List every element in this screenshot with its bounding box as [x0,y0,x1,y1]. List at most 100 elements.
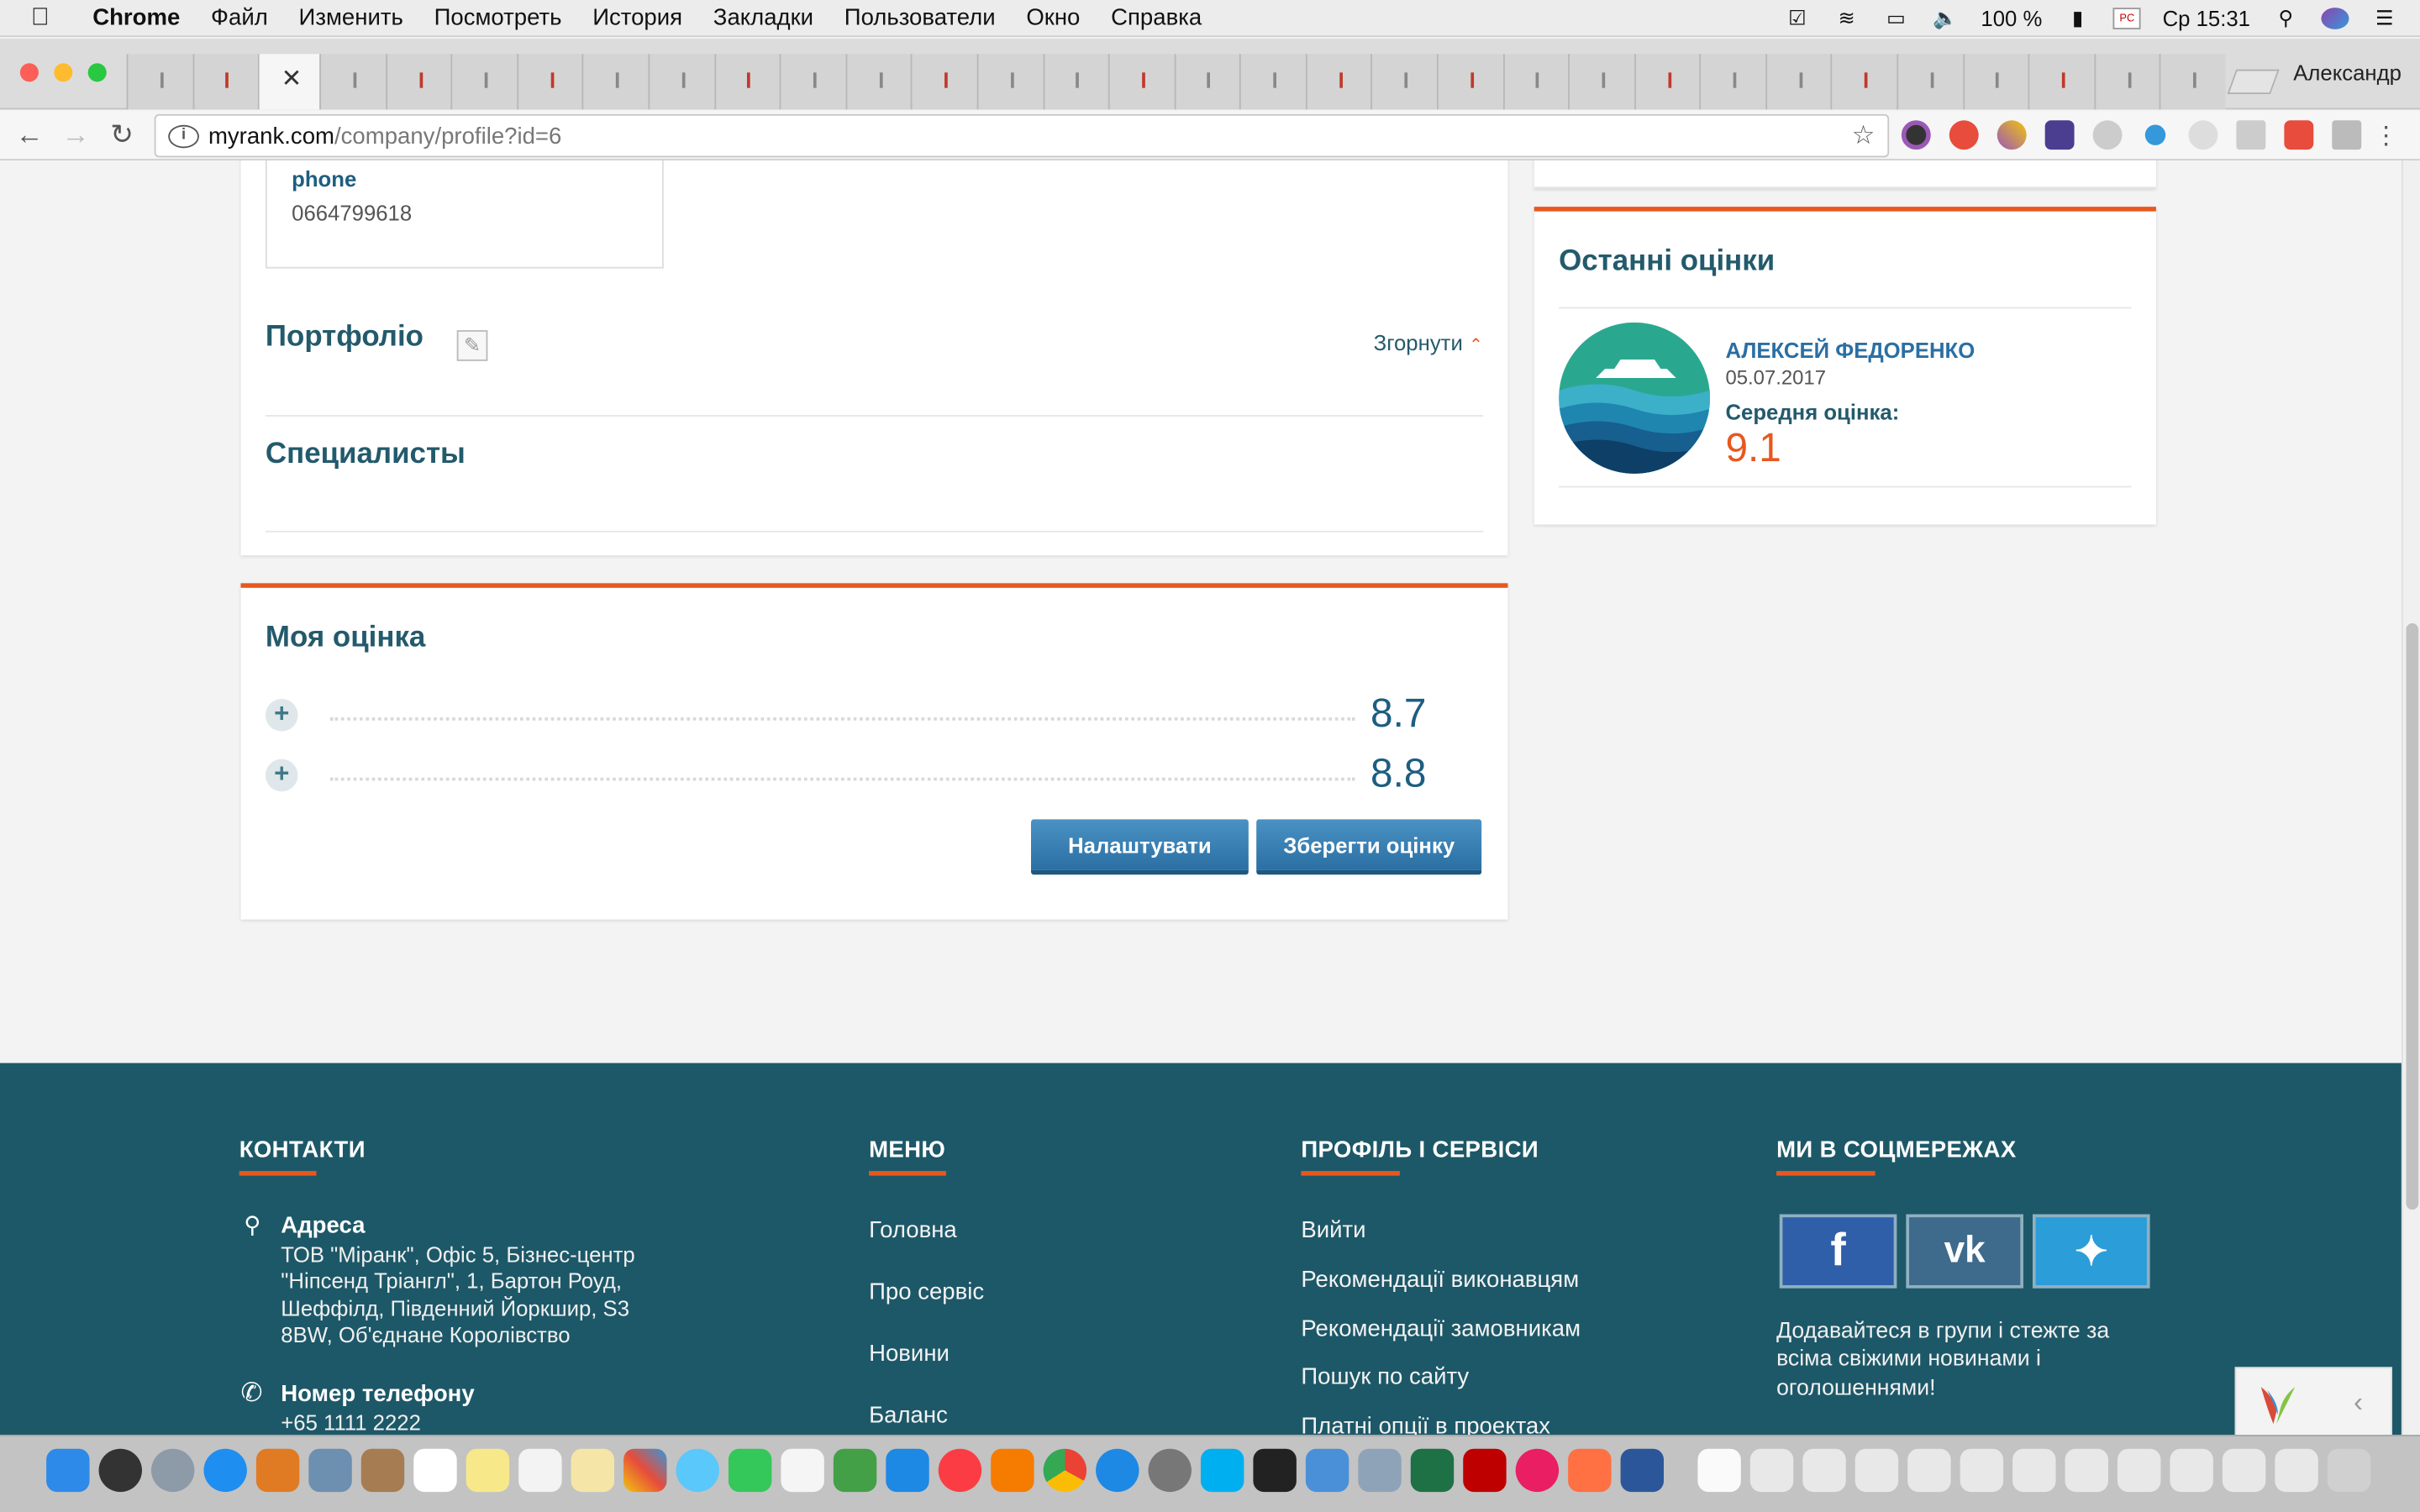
page-scrollbar[interactable] [2401,160,2420,1436]
edit-pencil-icon[interactable]: ✎ [456,330,488,361]
app-store-icon[interactable] [1096,1448,1139,1493]
vk-icon[interactable]: vk [1906,1214,2023,1289]
document-thumbnail-icon[interactable] [1697,1448,1741,1493]
footer-link-site-search[interactable]: Пошук по сайту [1301,1364,1469,1390]
floating-widget[interactable]: ‹ [2234,1367,2392,1436]
browser-tab[interactable] [2028,54,2095,110]
menu-bookmarks[interactable]: Закладки [713,5,813,31]
facetime-icon[interactable] [728,1448,772,1493]
xcode-icon[interactable] [1305,1448,1349,1493]
browser-tab[interactable] [1239,54,1306,110]
extension-s-icon[interactable] [2092,120,2123,150]
expand-plus-icon[interactable]: + [265,699,298,732]
window-minimize-button[interactable] [54,63,73,82]
trash-icon[interactable] [2327,1448,2371,1493]
browser-tab[interactable] [2160,54,2226,110]
battery-percent[interactable]: 100 % [1981,6,2042,30]
bookmark-star-icon[interactable]: ☆ [1852,120,1876,151]
input-source-flag-icon[interactable]: PC [2112,8,2141,29]
sublime-icon[interactable] [255,1448,300,1493]
footer-link-news[interactable]: Новини [869,1341,950,1367]
browser-tab[interactable] [779,54,846,110]
menu-help[interactable]: Справка [1111,5,1202,31]
photo-icon[interactable] [308,1448,352,1493]
chevron-left-icon[interactable]: ‹ [2354,1387,2363,1420]
window-thumbnail-icon[interactable] [1749,1448,1794,1493]
notes-icon[interactable] [466,1448,510,1493]
browser-tab[interactable] [976,54,1043,110]
volume-icon[interactable]: 🔈 [1932,7,1960,29]
window-thumbnail-icon[interactable] [1960,1448,2004,1493]
window-thumbnail-icon[interactable] [1854,1448,1899,1493]
excel-icon[interactable] [1410,1448,1455,1493]
word-icon[interactable] [1620,1448,1665,1493]
forward-arrow-icon[interactable]: → [52,118,98,151]
configure-button[interactable]: Налаштувати [1030,819,1249,875]
browser-tab[interactable] [1962,54,2028,110]
extension-shield-icon[interactable] [2284,120,2314,150]
browser-tab[interactable] [192,54,259,110]
footer-link-performer-tips[interactable]: Рекомендації виконавцям [1301,1267,1579,1293]
menu-app-name[interactable]: Chrome [92,5,180,31]
browser-tab[interactable] [1174,54,1240,110]
calendar-icon[interactable] [413,1448,457,1493]
browser-tab[interactable] [1436,54,1503,110]
footer-link-home[interactable]: Головна [869,1217,957,1243]
footer-link-balance[interactable]: Баланс [869,1403,948,1429]
new-tab-button[interactable] [2227,69,2280,95]
skype-icon[interactable] [1200,1448,1244,1493]
collapse-toggle[interactable]: Згорнути ⌃ [1374,330,1483,354]
address-bar[interactable]: i myrank.com/company/profile?id=6 ☆ [154,113,1890,158]
launchpad-icon[interactable] [151,1448,195,1493]
menu-file[interactable]: Файл [211,5,268,31]
photos-icon[interactable] [623,1448,667,1493]
extension-screen-icon[interactable] [2332,120,2362,150]
browser-tab[interactable] [319,54,386,110]
pen-app-icon[interactable] [1568,1448,1612,1493]
browser-tab[interactable] [1634,54,1700,110]
ibooks-icon[interactable] [991,1448,1034,1493]
browser-tab[interactable] [1502,54,1569,110]
reminders-icon[interactable] [518,1448,562,1493]
chrome-menu-icon[interactable]: ⋮ [2374,120,2398,151]
extension-grid-icon[interactable] [2236,120,2266,150]
checkmark-shield-icon[interactable]: ☑ [1783,7,1811,29]
finder-icon[interactable] [46,1448,90,1493]
extension-b-icon[interactable] [2044,120,2075,150]
safari-icon[interactable] [203,1448,247,1493]
reviewer-name-link[interactable]: АЛЕКСЕЙ ФЕДОРЕНКО [1725,338,1975,362]
battery-icon[interactable]: ▮ [2064,7,2091,29]
browser-tab[interactable] [1765,54,1832,110]
facebook-icon[interactable]: f [1779,1214,1897,1289]
menu-history[interactable]: История [592,5,682,31]
window-thumbnail-icon[interactable] [2065,1448,2108,1493]
chrome-dock-icon[interactable] [1043,1448,1087,1493]
browser-tab[interactable] [1042,54,1108,110]
back-arrow-icon[interactable]: ← [6,118,52,151]
window-thumbnail-icon[interactable] [2170,1448,2213,1493]
extension-camera-icon[interactable] [1901,120,1931,150]
avatar[interactable] [1559,322,1711,474]
extension-check-icon[interactable] [2144,124,2166,145]
window-thumbnail-icon[interactable] [2118,1448,2161,1493]
window-thumbnail-icon[interactable] [1907,1448,1951,1493]
browser-tab[interactable] [1305,54,1371,110]
window-thumbnail-icon[interactable] [2012,1448,2056,1493]
browser-tab[interactable] [1107,54,1175,110]
itunes-icon[interactable] [938,1448,982,1493]
window-zoom-button[interactable] [87,63,107,82]
browser-tab[interactable] [845,54,912,110]
menu-window[interactable]: Окно [1026,5,1080,31]
browser-tab[interactable] [582,54,649,110]
airplay-icon[interactable]: ▭ [1882,7,1910,29]
browser-tab[interactable] [1699,54,1765,110]
pages-icon[interactable] [781,1448,824,1493]
menu-edit[interactable]: Изменить [299,5,403,31]
reload-icon[interactable]: ↻ [99,118,145,151]
tab-close-icon[interactable]: ✕ [281,63,302,94]
window-thumbnail-icon[interactable] [2275,1448,2318,1493]
browser-tab[interactable] [450,54,518,110]
extension-pen-icon[interactable] [1996,120,2027,150]
contacts-icon[interactable] [360,1448,405,1493]
window-thumbnail-icon[interactable] [1802,1448,1846,1493]
